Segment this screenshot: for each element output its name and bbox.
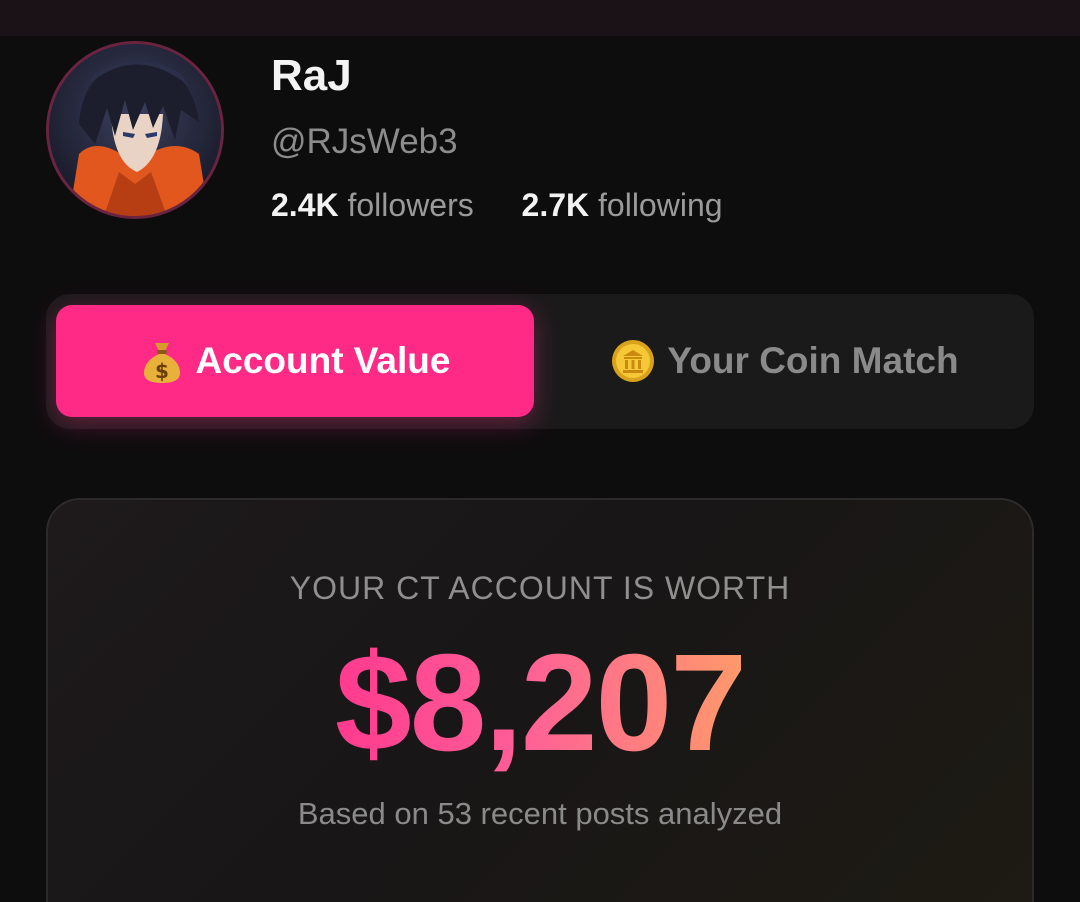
profile-name: RaJ: [271, 51, 352, 100]
followers-count[interactable]: 2.4K: [271, 187, 339, 223]
tab-coin-match-label: Your Coin Match: [667, 340, 959, 381]
svg-text:$: $: [155, 359, 169, 383]
money-bag-icon: $: [140, 337, 184, 385]
top-bar: [0, 0, 1080, 36]
tab-account-value[interactable]: $ Account Value: [56, 305, 534, 417]
avatar-illustration: [49, 44, 221, 216]
following-label[interactable]: following: [598, 187, 723, 223]
following-count[interactable]: 2.7K: [522, 187, 590, 223]
tab-coin-match[interactable]: Your Coin Match: [546, 305, 1024, 417]
account-value-amount: $8,207: [334, 626, 747, 780]
tab-account-value-label: Account Value: [195, 340, 451, 381]
account-value: $8,207: [0, 628, 1080, 778]
followers-label[interactable]: followers: [347, 187, 473, 223]
card-subtext: Based on 53 recent posts analyzed: [297, 796, 783, 831]
card-label: YOUR CT ACCOUNT IS WORTH: [289, 570, 791, 606]
profile-stats: 2.4K followers 2.7K following: [271, 183, 723, 227]
profile-handle: @RJsWeb3: [271, 122, 458, 161]
profile-page: RaJ @RJsWeb3 2.4K followers 2.7K followi…: [0, 0, 1080, 902]
coin-icon: [611, 339, 655, 383]
avatar[interactable]: [46, 41, 224, 219]
tab-bar: $ Account Value Your Coin Match: [46, 294, 1034, 429]
